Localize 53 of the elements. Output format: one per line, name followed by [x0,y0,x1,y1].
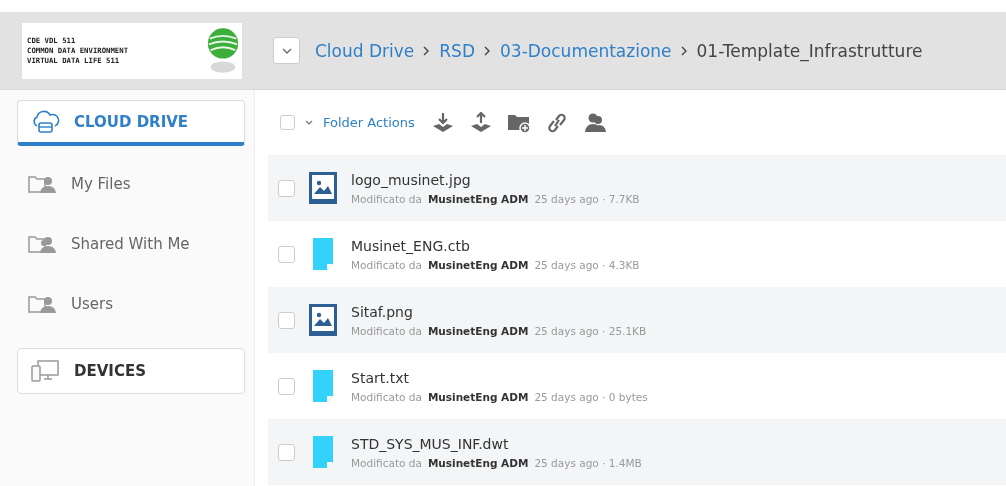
image-file-icon [309,172,337,204]
file-row[interactable]: STD_SYS_MUS_INF.dwt Modificato da MusinetEng ADM 25 days ago · 1.4MB [268,419,1006,485]
file-row[interactable]: logo_musinet.jpg Modificato da MusinetEng ADM 25 days ago · 7.7KB [268,155,1006,221]
user-folder-icon [27,173,57,195]
chevron-down-icon[interactable] [305,119,313,126]
file-info: 25 days ago · 0 bytes [534,390,648,403]
nav-item[interactable]: Users [17,274,244,334]
modified-label: Modificato da [351,456,422,469]
cloud-drive-icon [30,109,60,134]
user-name: MusinetEng ADM [427,192,529,205]
file-checkbox[interactable] [278,311,295,329]
user-name: MusinetEng ADM [427,258,529,271]
select-all-checkbox[interactable] [280,115,295,130]
chevron-right-icon [423,45,431,56]
file-checkbox[interactable] [278,179,295,197]
user-name: MusinetEng ADM [427,390,529,403]
file-checkbox[interactable] [278,443,295,461]
file-name[interactable]: STD_SYS_MUS_INF.dwt [351,435,642,452]
modified-label: Modificato da [351,390,422,403]
file-info: 25 days ago · 4.3KB [534,258,640,271]
file-info: 25 days ago · 7.7KB [534,192,640,205]
user-name: MusinetEng ADM [427,456,529,469]
chevron-down-icon [281,47,292,54]
file-checkbox[interactable] [278,245,295,263]
file-name[interactable]: logo_musinet.jpg [351,171,640,188]
modified-label: Modificato da [351,258,422,271]
devices-icon [30,359,60,383]
modified-label: Modificato da [351,192,422,205]
image-file-icon [309,304,337,336]
file-checkbox[interactable] [278,377,295,395]
dropdown-button[interactable] [273,37,300,64]
file-info: 25 days ago · 25.1KB [534,324,647,337]
nav-section-button[interactable]: DEVICES [17,348,245,394]
file-row[interactable]: Sitaf.png Modificato da MusinetEng ADM 25 days ago · 25.1KB [268,287,1006,353]
user-name: MusinetEng ADM [427,324,529,337]
modified-label: Modificato da [351,324,422,337]
breadcrumb-current[interactable]: 01-Template_Infrastrutture [696,40,923,61]
file-row[interactable]: Start.txt Modificato da MusinetEng ADM 25 days ago · 0 bytes [268,353,1006,419]
file-info: 25 days ago · 1.4MB [534,456,642,469]
file-name[interactable]: Musinet_ENG.ctb [351,237,640,254]
users-icon[interactable] [582,111,607,134]
file-name[interactable]: Sitaf.png [351,303,647,320]
nav-section-button[interactable]: CLOUD DRIVE [17,100,245,146]
nav-item[interactable]: Shared With Me [17,214,244,274]
file-row[interactable]: Musinet_ENG.ctb Modificato da MusinetEng ADM 25 days ago · 4.3KB [268,221,1006,287]
shared-folder-icon [27,233,57,255]
file-name[interactable]: Start.txt [351,369,648,386]
sphere-icon [206,26,240,75]
nav-item[interactable]: My Files [17,154,244,214]
user-folder-icon [27,293,57,315]
chevron-right-icon [680,45,688,56]
folder-actions-link[interactable]: Folder Actions [323,115,415,130]
chevron-right-icon [484,45,491,56]
